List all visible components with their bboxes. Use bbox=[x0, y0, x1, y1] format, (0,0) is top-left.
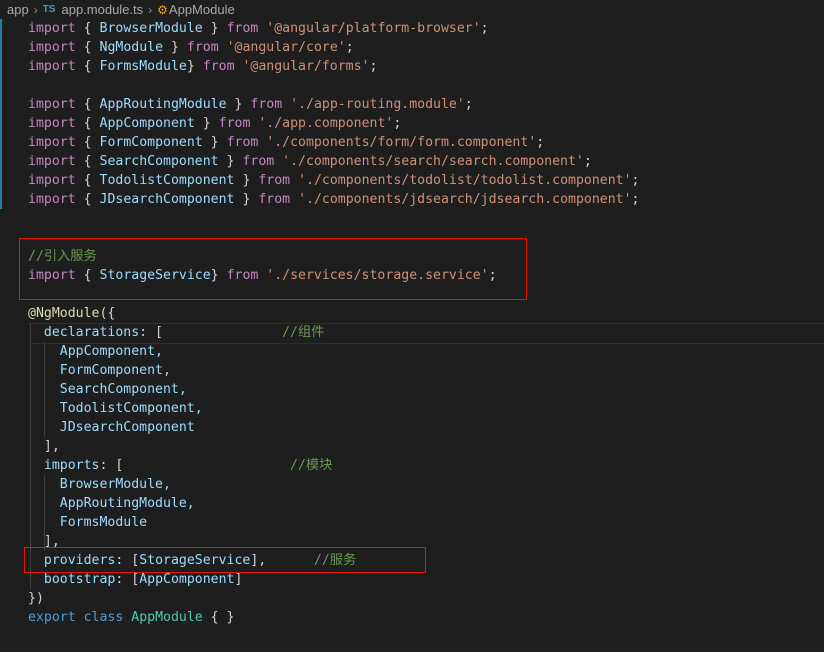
code-line: BrowserModule, bbox=[59, 477, 171, 492]
code-line: import { FormsModule} from '@angular/for… bbox=[28, 59, 378, 74]
breadcrumb-file[interactable]: app.module.ts bbox=[61, 2, 143, 17]
code-line: import { NgModule } from '@angular/core'… bbox=[28, 40, 354, 55]
code-line: bootstrap: [AppComponent] bbox=[43, 572, 243, 587]
code-line: import { BrowserModule } from '@angular/… bbox=[28, 21, 489, 36]
breadcrumb-folder-app[interactable]: app bbox=[7, 2, 29, 17]
code-line: import { AppRoutingModule } from './app-… bbox=[28, 97, 473, 112]
typescript-file-icon: TS bbox=[42, 4, 56, 15]
code-line: import { JDsearchComponent } from './com… bbox=[28, 192, 640, 207]
code-line: SearchComponent, bbox=[59, 382, 187, 397]
gutter-change-marker bbox=[0, 19, 2, 209]
code-line: }) bbox=[28, 591, 44, 606]
code-line: import { TodolistComponent } from './com… bbox=[28, 173, 640, 188]
code-line: import { FormComponent } from './compone… bbox=[28, 135, 545, 150]
code-line: FormComponent, bbox=[59, 363, 171, 378]
code-line: imports: [ //模块 bbox=[43, 458, 333, 473]
class-symbol-icon: ⚙ bbox=[157, 2, 168, 17]
code-comment: //引入服务 bbox=[28, 249, 97, 264]
code-line: AppComponent, bbox=[59, 344, 163, 359]
code-line: import { SearchComponent } from './compo… bbox=[28, 154, 592, 169]
code-line: @NgModule({ bbox=[28, 306, 116, 321]
code-editor[interactable]: import { BrowserModule } from '@angular/… bbox=[0, 19, 824, 652]
code-line: JDsearchComponent bbox=[59, 420, 195, 435]
code-line: export class AppModule { } bbox=[28, 610, 235, 625]
code-line: providers: [StorageService], //服务 bbox=[43, 553, 357, 568]
code-line: declarations: [ //组件 bbox=[43, 325, 325, 340]
code-line: import { AppComponent } from './app.comp… bbox=[28, 116, 402, 131]
chevron-right-icon: › bbox=[33, 2, 38, 17]
code-line: AppRoutingModule, bbox=[59, 496, 195, 511]
code-line: FormsModule bbox=[59, 515, 148, 530]
code-line: ], bbox=[43, 534, 60, 549]
code-line: TodolistComponent, bbox=[59, 401, 203, 416]
code-line: ], bbox=[43, 439, 60, 454]
breadcrumb: app › TS app.module.ts › ⚙ AppModule bbox=[0, 0, 824, 19]
breadcrumb-symbol[interactable]: AppModule bbox=[169, 2, 235, 17]
chevron-right-icon: › bbox=[148, 2, 153, 17]
code-line: import { StorageService} from './service… bbox=[28, 268, 497, 283]
